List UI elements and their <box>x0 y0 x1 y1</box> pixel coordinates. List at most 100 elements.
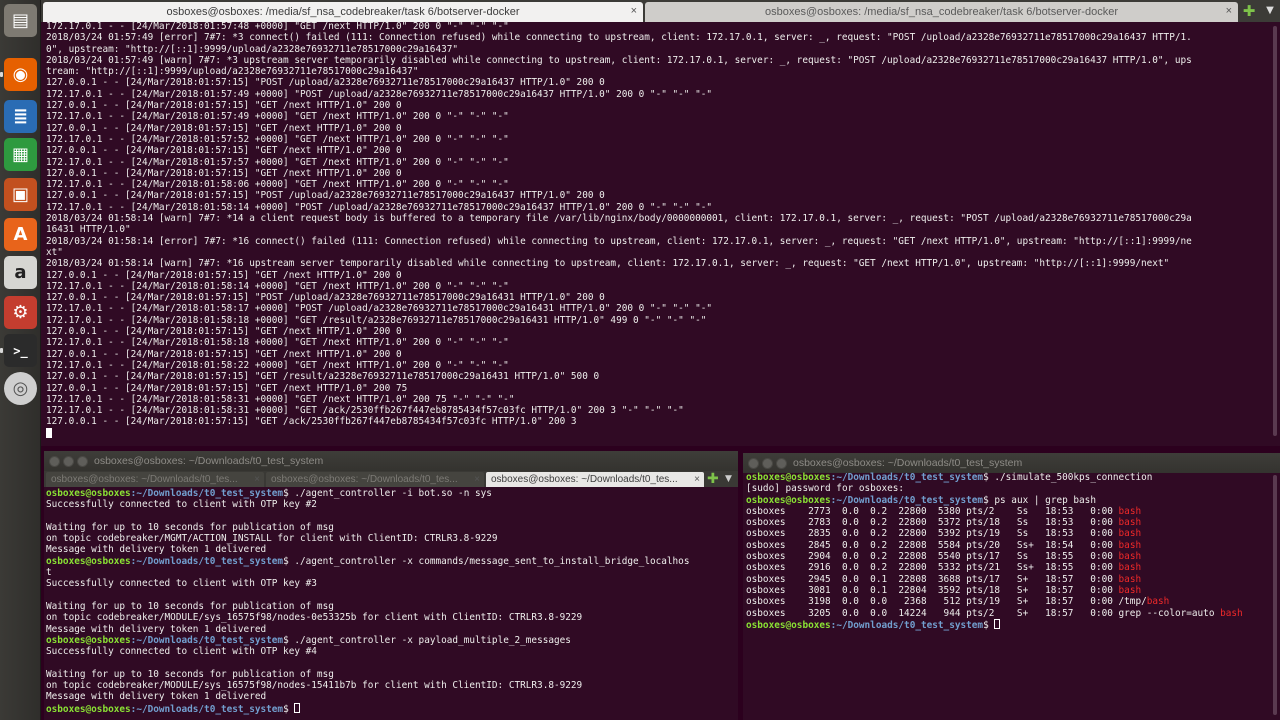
output-text: Message with delivery token 1 delivered <box>46 544 267 556</box>
output-text: Successfully connected to client with OT… <box>46 646 317 658</box>
close-icon[interactable]: × <box>474 472 480 487</box>
prompt-path: :~/Downloads/t0_test_system <box>130 488 284 499</box>
scrollbar[interactable] <box>1273 26 1277 436</box>
close-icon[interactable]: × <box>694 472 700 487</box>
log-line: 172.17.0.1 - - [24/Mar/2018:01:58:18 +00… <box>46 314 707 326</box>
log-line: 16431 HTTP/1.0" <box>46 224 131 236</box>
amazon-icon[interactable]: a <box>4 256 37 289</box>
tab-bar: osboxes@osboxes: ~/Downloads/t0_tes... ×… <box>44 471 738 487</box>
scrollbar[interactable] <box>1273 475 1277 715</box>
log-line: 127.0.0.1 - - [24/Mar/2018:01:57:15] "GE… <box>46 382 408 394</box>
grep-match: bash <box>1118 562 1142 574</box>
log-line: 127.0.0.1 - - [24/Mar/2018:01:57:15] "GE… <box>46 122 402 134</box>
output-line: osboxes 2904 0.0 0.2 22808 5540 pts/17 S… <box>746 551 1276 562</box>
prompt-user: osboxes@osboxes <box>746 619 831 631</box>
cursor <box>294 702 301 713</box>
log-line: 127.0.0.1 - - [24/Mar/2018:01:57:15] "GE… <box>46 348 402 360</box>
log-line: 172.17.0.1 - - [24/Mar/2018:01:58:17 +00… <box>46 303 713 315</box>
output-line: Successfully connected to client with OT… <box>46 646 736 657</box>
command-line: osboxes@osboxes:~/Downloads/t0_test_syst… <box>46 556 736 567</box>
bottom-right-terminal-window: osboxes@osboxes: ~/Downloads/t0_test_sys… <box>743 453 1280 720</box>
calc-icon[interactable]: ▦ <box>4 138 37 171</box>
impress-icon[interactable]: ▣ <box>4 178 37 211</box>
prompt-path: :~/Downloads/t0_test_system <box>130 555 284 567</box>
grep-match: bash <box>1118 517 1142 529</box>
window-title: osboxes@osboxes: ~/Downloads/t0_test_sys… <box>94 455 324 467</box>
close-icon[interactable]: × <box>1226 5 1232 17</box>
output-line: on topic codebreaker/MODULE/sys_16575f98… <box>46 680 736 691</box>
top-tab-2[interactable]: osboxes@osboxes: /media/sf_nsa_codebreak… <box>645 2 1238 22</box>
running-indicator <box>0 348 3 353</box>
process-info: osboxes 3205 0.0 0.0 14224 944 pts/2 S+ … <box>746 607 1221 619</box>
firefox-icon[interactable]: ◉ <box>4 58 37 91</box>
bottom-right-terminal-output[interactable]: osboxes@osboxes:~/Downloads/t0_test_syst… <box>746 472 1276 720</box>
tab-1[interactable]: osboxes@osboxes: ~/Downloads/t0_tes... × <box>46 472 264 487</box>
title-bar[interactable]: osboxes@osboxes: ~/Downloads/t0_test_sys… <box>743 453 1280 473</box>
tab-2[interactable]: osboxes@osboxes: ~/Downloads/t0_tes... × <box>266 472 484 487</box>
writer-icon[interactable]: ≣ <box>4 100 37 133</box>
output-line: osboxes 3205 0.0 0.0 14224 944 pts/2 S+ … <box>746 608 1276 619</box>
log-line: 172.17.0.1 - - [24/Mar/2018:01:58:18 +00… <box>46 337 509 349</box>
log-line: 2018/03/24 01:57:49 [warn] 7#7: *3 upstr… <box>46 54 1192 66</box>
tab-3[interactable]: osboxes@osboxes: ~/Downloads/t0_tes... × <box>486 472 704 487</box>
output-line: Message with delivery token 1 delivered <box>46 544 736 555</box>
file-manager-icon[interactable]: ▤ <box>4 4 37 37</box>
output-line: Message with delivery token 1 delivered <box>46 624 736 635</box>
log-line: 2018/03/24 01:57:49 [error] 7#7: *3 conn… <box>46 32 1192 44</box>
process-info: osboxes 3081 0.0 0.1 22804 3592 pts/18 S… <box>746 584 1119 596</box>
top-tab-1[interactable]: osboxes@osboxes: /media/sf_nsa_codebreak… <box>43 2 643 22</box>
prompt-user: osboxes@osboxes <box>46 634 131 646</box>
tab-menu-icon[interactable]: ▼ <box>725 471 732 487</box>
prompt-path: :~/Downloads/t0_test_system <box>130 703 284 715</box>
system-settings-icon[interactable]: ⚙ <box>4 296 37 329</box>
close-icon[interactable]: × <box>254 472 260 487</box>
command-text: ps aux | grep bash <box>994 494 1096 506</box>
prompt-user: osboxes@osboxes <box>746 472 831 483</box>
log-line: 0", upstream: "http://[::1]:9999/upload/… <box>46 43 459 55</box>
grep-match: bash <box>1118 551 1142 563</box>
top-terminal-output[interactable]: 172.17.0.1 - - [24/Mar/2018:01:57:48 +00… <box>46 21 1271 441</box>
dvd-icon[interactable]: ◎ <box>4 372 37 405</box>
output-line: Waiting for up to 10 seconds for publica… <box>46 601 736 612</box>
new-tab-icon[interactable]: ✚ <box>707 471 719 487</box>
cursor <box>46 427 52 438</box>
new-tab-icon[interactable]: ✚ <box>1241 3 1257 19</box>
terminal-icon[interactable]: >_ <box>4 334 37 367</box>
command-text: ./agent_controller -i bot.so -n sys <box>294 488 492 499</box>
software-center-icon[interactable]: A <box>4 218 37 251</box>
log-line: 172.17.0.1 - - [24/Mar/2018:01:57:52 +00… <box>46 133 509 145</box>
command-text: ./agent_controller -x payload_multiple_2… <box>294 634 571 646</box>
output-line: osboxes 2783 0.0 0.2 22800 5372 pts/18 S… <box>746 517 1276 528</box>
output-line: Waiting for up to 10 seconds for publica… <box>46 669 736 680</box>
output-text: Waiting for up to 10 seconds for publica… <box>46 600 334 612</box>
command-line: osboxes@osboxes:~/Downloads/t0_test_syst… <box>746 495 1276 506</box>
close-icon[interactable]: × <box>631 5 637 17</box>
log-line: 172.17.0.1 - - [24/Mar/2018:01:57:48 +00… <box>46 21 509 32</box>
command-text: ./agent_controller -x commands/message_s… <box>294 555 690 567</box>
tab-label: osboxes@osboxes: ~/Downloads/t0_tes... <box>491 474 678 485</box>
grep-match: bash <box>1118 528 1142 540</box>
output-line: osboxes 3081 0.0 0.1 22804 3592 pts/18 S… <box>746 585 1276 596</box>
title-bar[interactable]: osboxes@osboxes: ~/Downloads/t0_test_sys… <box>44 451 738 471</box>
prompt-path: :~/Downloads/t0_test_system <box>830 472 984 483</box>
log-line: 172.17.0.1 - - [24/Mar/2018:01:58:14 +00… <box>46 201 713 213</box>
prompt-sign: $ <box>283 488 295 499</box>
output-line: osboxes 2845 0.0 0.2 22808 5584 pts/20 S… <box>746 540 1276 551</box>
output-line: Waiting for up to 10 seconds for publica… <box>46 522 736 533</box>
prompt-sign: $ <box>283 703 295 715</box>
top-terminal-window: osboxes@osboxes: /media/sf_nsa_codebreak… <box>41 0 1280 446</box>
prompt-path: :~/Downloads/t0_test_system <box>830 619 984 631</box>
launcher: ▤ ◉ ≣ ▦ ▣ Aa ⚙ >_ ◎ <box>0 0 41 720</box>
tab-menu-icon[interactable]: ▼ <box>1262 3 1278 19</box>
log-line: 172.17.0.1 - - [24/Mar/2018:01:58:31 +00… <box>46 393 515 405</box>
log-line: xt" <box>46 246 63 258</box>
cursor-line <box>46 427 1271 440</box>
grep-match: bash <box>1118 539 1142 551</box>
tab-label: osboxes@osboxes: ~/Downloads/t0_tes... <box>51 474 238 485</box>
output-text: on topic codebreaker/MODULE/sys_16575f98… <box>46 612 583 624</box>
process-info: osboxes 2945 0.0 0.1 22808 3688 pts/17 S… <box>746 573 1119 585</box>
bottom-left-terminal-output[interactable]: osboxes@osboxes :~/Downloads/t0_test_syst… <box>46 488 736 720</box>
